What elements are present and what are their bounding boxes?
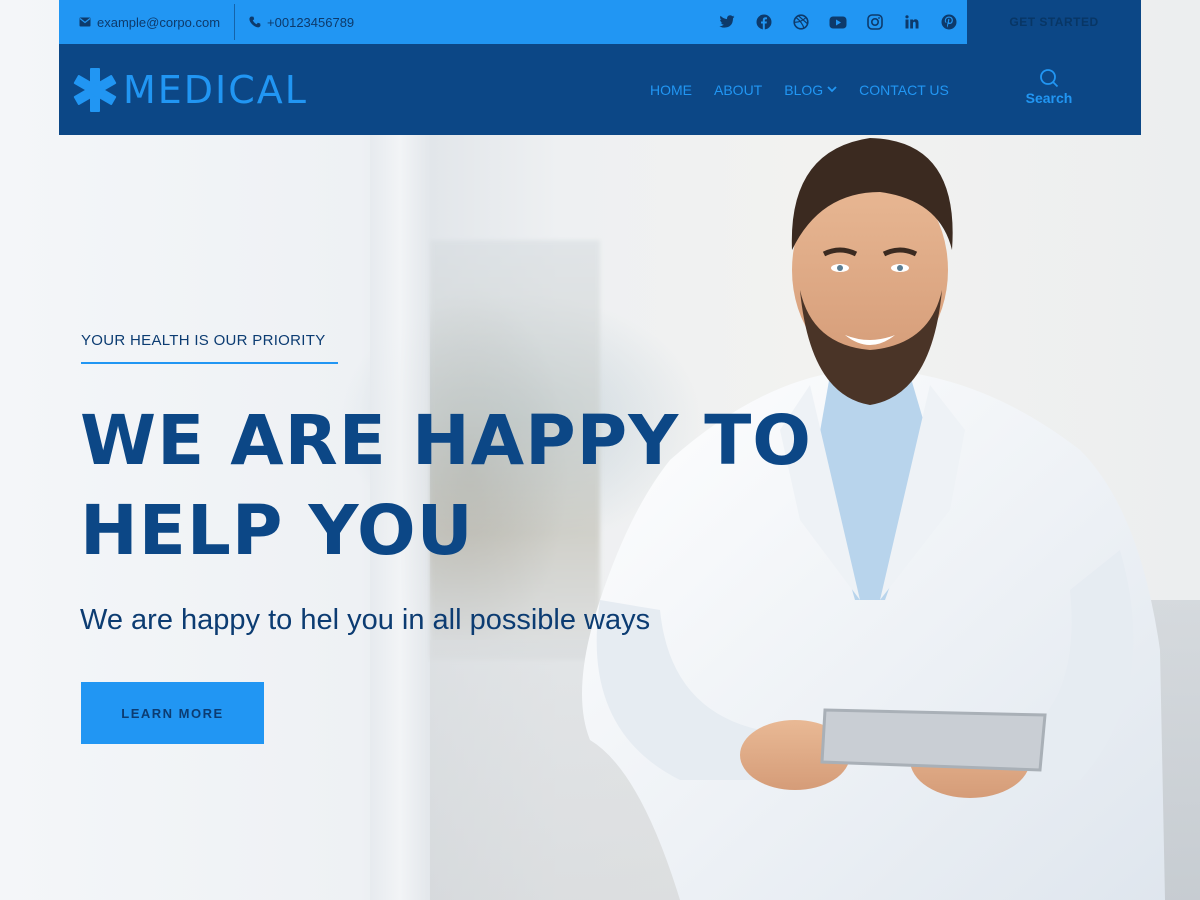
dribbble-icon[interactable] (791, 12, 811, 32)
envelope-icon (79, 17, 91, 27)
phone-icon (249, 16, 261, 28)
logo-text: MEDICAL (123, 68, 308, 112)
nav-link-label: HOME (650, 81, 692, 98)
nav-link-label: BLOG (784, 81, 824, 98)
chevron-down-icon (827, 86, 837, 93)
nav-link-blog[interactable]: BLOG (784, 82, 837, 98)
medical-star-icon (73, 68, 117, 112)
hero-headline: WE ARE HAPPY TO HELP YOU (80, 401, 812, 571)
facebook-icon[interactable] (754, 12, 774, 32)
instagram-icon[interactable] (865, 12, 885, 32)
phone-text: +00123456789 (267, 14, 355, 30)
learn-more-button[interactable]: LEARN MORE (81, 682, 264, 744)
hero-subtitle: We are happy to hel you in all possible … (80, 604, 651, 636)
linkedin-icon[interactable] (902, 12, 922, 32)
nav-link-home[interactable]: HOME (650, 82, 692, 98)
email-text: example@corpo.com (97, 14, 221, 30)
nav-links: HOME ABOUT BLOG CONTACT US (650, 44, 949, 135)
top-bar: example@corpo.com +00123456789 GET START… (59, 0, 1141, 44)
social-links (717, 0, 959, 44)
youtube-icon[interactable] (828, 12, 848, 32)
nav-link-label: ABOUT (714, 81, 763, 98)
main-navbar: MEDICAL HOME ABOUT BLOG CONTACT US Searc… (59, 44, 1141, 135)
email-contact[interactable]: example@corpo.com (59, 0, 234, 44)
topbar-divider (234, 4, 236, 40)
phone-contact[interactable]: +00123456789 (235, 0, 368, 44)
nav-link-contact-us[interactable]: CONTACT US (859, 82, 949, 98)
get-started-button[interactable]: GET STARTED (967, 0, 1141, 44)
nav-link-about[interactable]: ABOUT (714, 82, 762, 98)
pinterest-icon[interactable] (939, 12, 959, 32)
twitter-icon[interactable] (717, 12, 737, 32)
tagline-underline (81, 362, 338, 364)
search-label: Search (1025, 90, 1073, 106)
site-logo[interactable]: MEDICAL (71, 66, 308, 114)
search-icon (1040, 69, 1059, 88)
search-button[interactable]: Search (1021, 68, 1077, 106)
nav-link-label: CONTACT US (859, 81, 949, 98)
hero-tagline: YOUR HEALTH IS OUR PRIORITY (81, 332, 326, 349)
